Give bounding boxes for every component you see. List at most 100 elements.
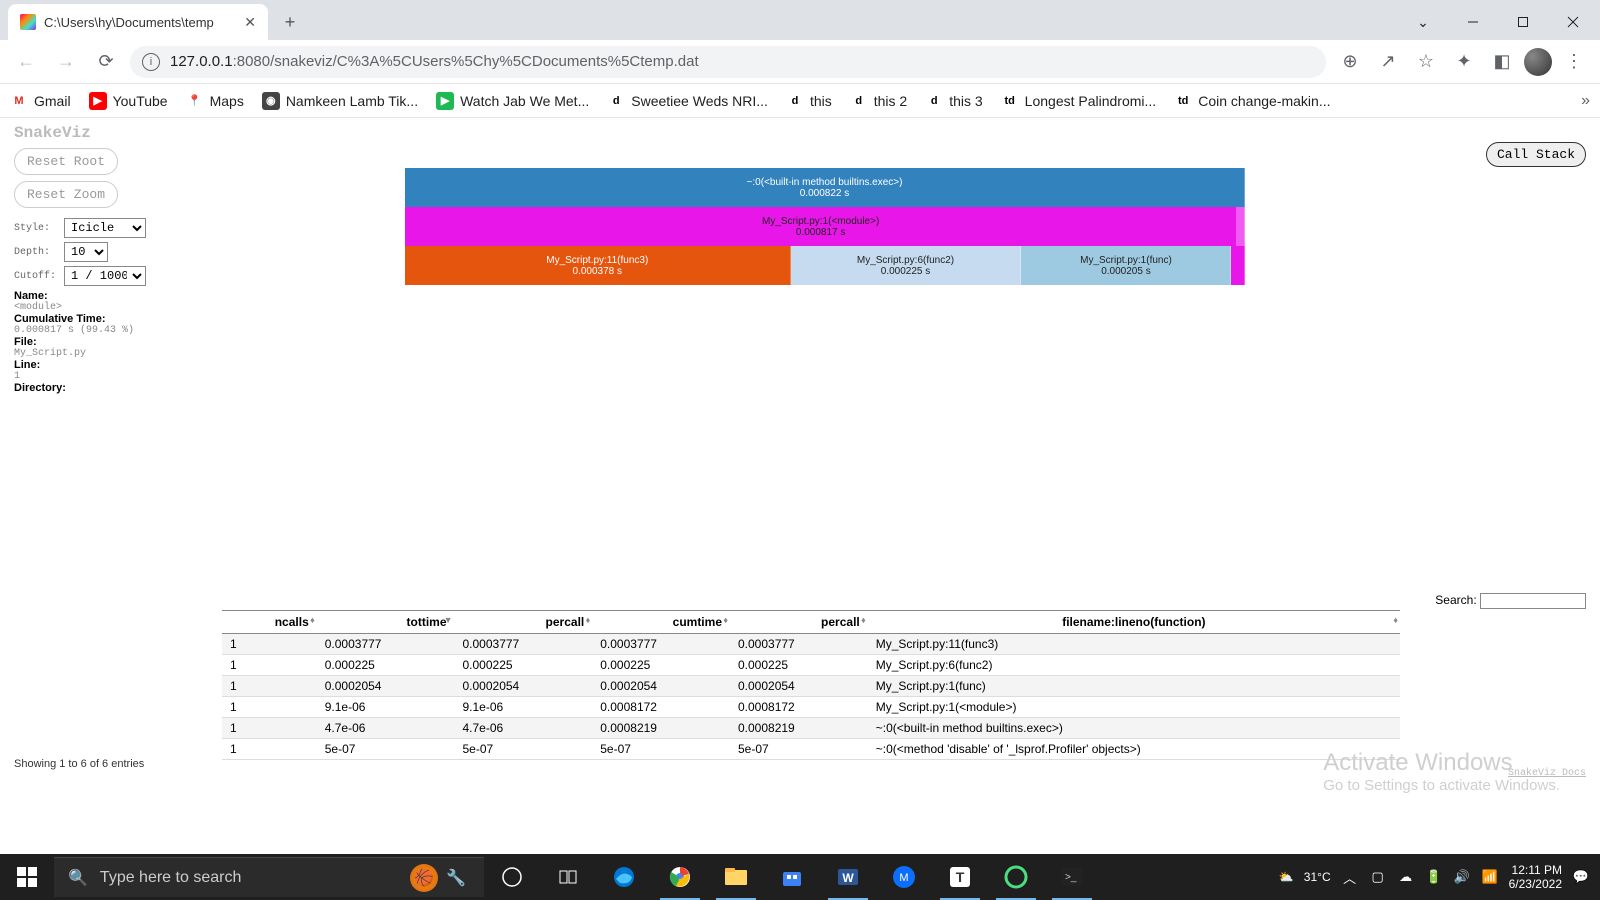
search-input[interactable] <box>1480 593 1586 609</box>
bookmark-item[interactable]: dthis 3 <box>925 92 982 110</box>
bookmarks-overflow-icon[interactable]: » <box>1581 92 1590 110</box>
forward-button[interactable]: → <box>50 46 82 78</box>
store-icon[interactable] <box>764 854 820 900</box>
icicle-cell-module[interactable]: My_Script.py:1(<module>) 0.000817 s <box>405 207 1237 246</box>
table-header[interactable]: cumtime♦ <box>592 611 730 634</box>
bookmark-icon: M <box>10 92 28 110</box>
style-select[interactable]: Icicle <box>64 218 146 238</box>
icicle-label: My_Script.py:1(func) <box>1080 255 1172 266</box>
icicle-cell-func[interactable]: My_Script.py:1(func) 0.000205 s <box>1021 246 1231 285</box>
tab-search-icon[interactable]: ⌄ <box>1400 6 1446 38</box>
table-row[interactable]: 10.0002250.0002250.0002250.000225My_Scri… <box>222 655 1400 676</box>
sidepanel-icon[interactable]: ◧ <box>1486 46 1518 78</box>
minimize-button[interactable] <box>1450 6 1496 38</box>
icicle-cell-sliver[interactable] <box>1237 207 1245 246</box>
table-header[interactable]: percall♦ <box>455 611 593 634</box>
edge-icon[interactable] <box>596 854 652 900</box>
share-icon[interactable]: ↗ <box>1372 46 1404 78</box>
bookmark-star-icon[interactable]: ☆ <box>1410 46 1442 78</box>
table-cell: 1 <box>222 739 317 760</box>
icicle-cell-sliver2[interactable] <box>1231 246 1245 285</box>
bookmark-label: YouTube <box>113 93 168 109</box>
maximize-button[interactable] <box>1500 6 1546 38</box>
onedrive-icon[interactable]: ☁ <box>1397 868 1415 886</box>
table-row[interactable]: 15e-075e-075e-075e-07~:0(<method 'disabl… <box>222 739 1400 760</box>
terminal-icon[interactable]: >_ <box>1044 854 1100 900</box>
call-stack-button[interactable]: Call Stack <box>1486 142 1586 167</box>
bookmark-item[interactable]: tdCoin change-makin... <box>1174 92 1330 110</box>
bookmark-label: this <box>810 93 832 109</box>
bookmark-item[interactable]: dthis <box>786 92 832 110</box>
tray-chevron-icon[interactable]: ︿ <box>1341 868 1359 886</box>
address-bar[interactable]: i 127.0.0.1:8080/snakeviz/C%3A%5CUsers%5… <box>130 46 1326 78</box>
close-window-button[interactable] <box>1550 6 1596 38</box>
table-header[interactable]: ncalls♦ <box>222 611 317 634</box>
bookmark-label: Watch Jab We Met... <box>460 93 589 109</box>
bookmark-item[interactable]: tdLongest Palindromi... <box>1001 92 1157 110</box>
table-header[interactable]: percall♦ <box>730 611 868 634</box>
reset-zoom-button[interactable]: Reset Zoom <box>14 181 118 208</box>
taskbar-search[interactable]: 🔍 Type here to search 🏀 🔧 <box>54 857 484 897</box>
task-view-icon[interactable] <box>484 854 540 900</box>
app-icon-t[interactable]: T <box>932 854 988 900</box>
browser-toolbar: ← → ⟳ i 127.0.0.1:8080/snakeviz/C%3A%5CU… <box>0 40 1600 84</box>
app-icon-green[interactable] <box>988 854 1044 900</box>
extensions-icon[interactable]: ✦ <box>1448 46 1480 78</box>
app-icon-blue[interactable]: M <box>876 854 932 900</box>
bookmark-icon: ▶ <box>89 92 107 110</box>
chrome-icon[interactable] <box>652 854 708 900</box>
table-row[interactable]: 10.00037770.00037770.00037770.0003777My_… <box>222 634 1400 655</box>
depth-select[interactable]: 10 <box>64 242 108 262</box>
start-button[interactable] <box>0 854 54 900</box>
close-tab-icon[interactable]: ✕ <box>244 14 256 31</box>
bookmark-item[interactable]: ▶Watch Jab We Met... <box>436 92 589 110</box>
icicle-cell-func2[interactable]: My_Script.py:6(func2) 0.000225 s <box>791 246 1022 285</box>
table-cell: 0.0008219 <box>592 718 730 739</box>
bookmark-item[interactable]: ▶ YouTube <box>89 92 168 110</box>
word-icon[interactable]: W <box>820 854 876 900</box>
notifications-icon[interactable]: 💬 <box>1572 868 1590 886</box>
volume-icon[interactable]: 🔊 <box>1453 868 1471 886</box>
weather-temp[interactable]: 31°C <box>1304 870 1331 884</box>
reset-root-button[interactable]: Reset Root <box>14 148 118 175</box>
table-header[interactable]: tottime▼ <box>317 611 455 634</box>
info-cumtime-key: Cumulative Time: <box>14 313 106 325</box>
zoom-icon[interactable]: ⊕ <box>1334 46 1366 78</box>
wifi-icon[interactable]: 📶 <box>1481 868 1499 886</box>
bookmark-item[interactable]: ◉Namkeen Lamb Tik... <box>262 92 418 110</box>
bookmark-item[interactable]: dSweetiee Weds NRI... <box>607 92 768 110</box>
new-tab-button[interactable]: + <box>274 6 306 38</box>
timeline-icon[interactable] <box>540 854 596 900</box>
weather-icon[interactable]: ⛅ <box>1279 870 1294 884</box>
table-cell: 0.0002054 <box>730 676 868 697</box>
snakeviz-docs-link[interactable]: SnakeViz Docs <box>1508 768 1586 779</box>
table-row[interactable]: 19.1e-069.1e-060.00081720.0008172My_Scri… <box>222 697 1400 718</box>
table-header[interactable]: filename:lineno(function)♦ <box>868 611 1400 634</box>
reload-button[interactable]: ⟳ <box>90 46 122 78</box>
clock[interactable]: 12:11 PM 6/23/2022 <box>1509 863 1562 892</box>
table-row[interactable]: 10.00020540.00020540.00020540.0002054My_… <box>222 676 1400 697</box>
chrome-menu-icon[interactable]: ⋮ <box>1558 46 1590 78</box>
table-cell: 0.0002054 <box>455 676 593 697</box>
bookmark-icon: ◉ <box>262 92 280 110</box>
table-row[interactable]: 14.7e-064.7e-060.00082190.0008219~:0(<bu… <box>222 718 1400 739</box>
search-highlight-icon: 🏀 <box>410 864 438 892</box>
cutoff-select[interactable]: 1 / 1000 <box>64 266 146 286</box>
icicle-cell-root[interactable]: ~:0(<built-in method builtins.exec>) 0.0… <box>405 168 1245 207</box>
icicle-time: 0.000378 s <box>573 266 623 277</box>
system-tray: ⛅ 31°C ︿ ▢ ☁ 🔋 🔊 📶 12:11 PM 6/23/2022 💬 <box>1269 863 1600 892</box>
bookmark-item[interactable]: dthis 2 <box>850 92 907 110</box>
browser-tab[interactable]: C:\Users\hy\Documents\temp ✕ <box>8 4 268 40</box>
bookmark-item[interactable]: 📍Maps <box>186 92 244 110</box>
explorer-icon[interactable] <box>708 854 764 900</box>
bookmark-item[interactable]: MGmail <box>10 92 71 110</box>
table-cell: 1 <box>222 676 317 697</box>
cutoff-label: Cutoff: <box>14 271 58 282</box>
profile-avatar[interactable] <box>1524 48 1552 76</box>
icicle-cell-func3[interactable]: My_Script.py:11(func3) 0.000378 s <box>405 246 791 285</box>
battery-icon[interactable]: 🔋 <box>1425 868 1443 886</box>
table-cell: My_Script.py:1(<module>) <box>868 697 1400 718</box>
meet-now-icon[interactable]: ▢ <box>1369 868 1387 886</box>
site-info-icon[interactable]: i <box>142 53 160 71</box>
back-button[interactable]: ← <box>10 46 42 78</box>
